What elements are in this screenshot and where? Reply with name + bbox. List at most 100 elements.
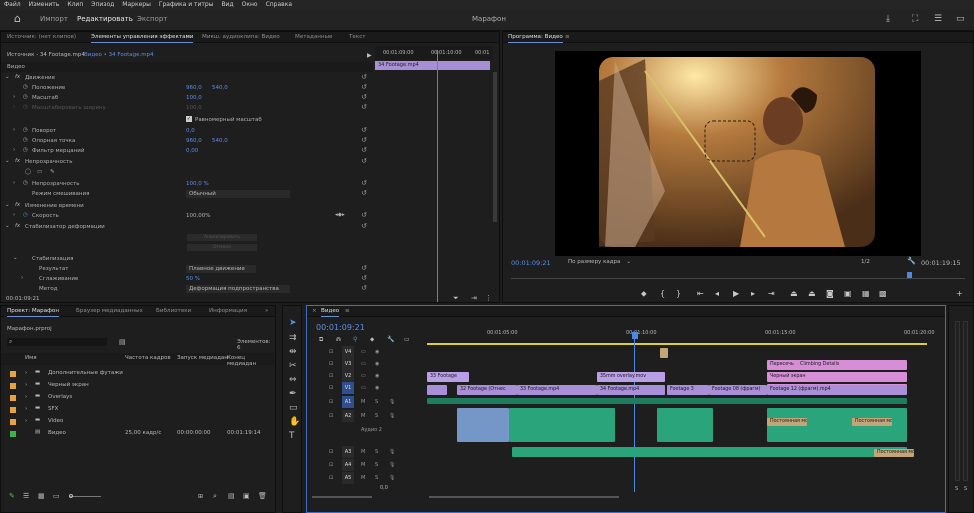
add-button-icon[interactable]: + [956,289,963,298]
find-icon[interactable]: ⌕ [213,492,217,501]
v4-clip[interactable] [660,348,668,358]
tab-menu-icon[interactable]: ≡ [345,308,350,314]
tab-metadata[interactable]: Метаданные [295,34,332,40]
menu-markers[interactable]: Маркеры [122,1,151,8]
tab-edit[interactable]: Редактировать [77,15,133,23]
go-to-in-icon[interactable]: ⇤ [697,289,704,298]
timeline-zoom-scrollbar[interactable] [429,494,929,500]
tab-menu-icon[interactable]: ≡ [186,34,191,40]
tab-effect-controls[interactable]: Элементы управления эффектами [91,34,194,43]
chevron-right-icon[interactable]: › [13,212,15,218]
work-area-bar[interactable] [427,343,927,345]
crossfade-transition[interactable]: Постоянная мощн [767,418,807,426]
stopwatch-icon[interactable]: ◷ [23,180,28,186]
result-dropdown[interactable]: Плавное движение [186,265,256,273]
menu-graphics[interactable]: Графика и титры [159,1,214,8]
project-item[interactable]: › ▬ Video [1,416,274,428]
snap-icon[interactable]: ⋒ [336,335,341,344]
icon-view-icon[interactable]: ▦ [38,492,45,501]
track-header-a1[interactable]: A1 ⊡ M S 🎙 [307,396,427,409]
tab-info[interactable]: Информация [209,308,247,314]
tab-source[interactable]: Источник: (нет клипов) [7,34,76,40]
cancel-button[interactable]: Отмена [187,244,257,251]
step-back-icon[interactable]: ◂ [715,289,719,298]
position-x-value[interactable]: 960,0 [186,85,202,91]
eye-icon[interactable]: ◉ [375,373,379,379]
anchor-y-value[interactable]: 540,0 [212,138,228,144]
a1-clip[interactable] [427,398,907,404]
label-color-swatch[interactable] [10,407,16,413]
a2-clip[interactable] [657,408,713,442]
program-playhead[interactable] [907,272,912,278]
track-target-v3[interactable]: V3 [342,358,354,370]
chevron-down-icon[interactable]: ⌄ [5,202,10,208]
v1-clip[interactable]: Footage 08 (фрагм) [709,385,767,395]
track-header-v4[interactable]: V4 ⊡ ▭ ◉ [307,346,427,358]
chevron-down-icon[interactable]: ⌄ [5,223,10,229]
tab-media-browser[interactable]: Браузер медиаданных [76,308,143,314]
reset-icon[interactable]: ↺ [361,211,367,219]
playhead-line[interactable] [437,50,438,302]
track-header-v2[interactable]: V2 ⊡ ▭ ◉ [307,370,427,382]
eye-icon[interactable]: ◉ [375,385,379,391]
reset-icon[interactable]: ↺ [361,73,367,81]
project-item[interactable]: › ▬ SFX [1,404,274,416]
stopwatch-icon[interactable]: ◷ [23,84,28,90]
stabilizer-section[interactable]: ⌄ fx Стабилизатор деформации ↺ [1,222,373,232]
sequence-clip-label[interactable]: Видео • 34 Footage.mp4 [84,52,154,62]
track-header-scrollbar[interactable] [312,494,426,500]
menu-edit[interactable]: Изменить [29,1,60,8]
v2-clip[interactable]: 35mm overlay.mov [597,372,665,382]
project-item[interactable]: › ▬ Черный экран [1,380,274,392]
sync-lock-icon[interactable]: ▭ [361,349,366,355]
automate-icon[interactable]: ⊞ [198,492,203,501]
menu-view[interactable]: Вид [221,1,233,8]
chevron-right-icon[interactable]: › [13,94,15,100]
chevron-right-icon[interactable]: › [13,180,15,186]
tab-import[interactable]: Импорт [40,15,68,23]
chevron-down-icon[interactable]: ⌄ [5,74,10,80]
ripple-edit-icon[interactable]: ⇹ [289,348,297,357]
tab-libraries[interactable]: Библиотеки [156,308,191,314]
menu-file[interactable]: Файл [4,1,21,8]
menu-help[interactable]: Справка [266,1,292,8]
mark-out-icon[interactable]: } [676,289,681,298]
reset-icon[interactable]: ↺ [361,136,367,144]
lock-icon[interactable]: ⊡ [329,462,333,468]
menu-clip[interactable]: Клип [67,1,83,8]
track-target-a2[interactable]: A2 [342,410,354,422]
reset-icon[interactable]: ↺ [361,93,367,101]
sync-lock-icon[interactable]: ▭ [361,373,366,379]
menu-icon[interactable]: ⋮ [485,294,492,302]
quick-export-icon[interactable]: ⤓ [886,15,890,24]
motion-row[interactable]: ⌄ fx Движение ↺ [1,73,373,83]
reset-icon[interactable]: ↺ [361,264,367,272]
solo-button[interactable]: S [375,413,378,419]
v2-clip[interactable]: 33 Footage [427,372,469,382]
v2-clip[interactable]: Черный экран [767,372,907,382]
tab-menu-icon[interactable]: ≡ [565,34,570,40]
chevron-down-icon[interactable]: ⌄ [13,255,18,261]
scale-value[interactable]: 100,0 [186,95,202,101]
zoom-slider[interactable] [69,496,101,497]
v1-clip[interactable]: 34 Footage.mp4 [597,385,665,395]
flicker-value[interactable]: 0,00 [186,148,198,154]
lock-icon[interactable]: ⊡ [329,399,333,405]
razor-icon[interactable]: ✂ [289,362,297,371]
a2-clip[interactable] [509,408,615,442]
mute-button[interactable]: M [361,399,365,405]
filter-icon[interactable]: ⏷ [453,294,459,302]
timeline-ruler[interactable]: 00:01:05:00 00:01:10:00 00:01:15:00 00:0… [427,326,937,346]
sync-lock-icon[interactable]: ▭ [361,385,366,391]
extract-icon[interactable]: ⏏ [808,289,816,298]
pencil-icon[interactable]: ✎ [9,492,15,500]
chevron-right-icon[interactable]: › [25,406,27,412]
trash-icon[interactable]: 🗑 [258,492,267,501]
mute-button[interactable]: M [361,462,365,468]
chevron-right-icon[interactable]: › [25,394,27,400]
mark-in-icon[interactable]: { [660,289,665,298]
solo-button[interactable]: S [375,462,378,468]
rectangle-mask-icon[interactable]: ▭ [37,169,42,175]
stopwatch-icon[interactable]: ◷ [23,212,28,218]
track-header-a2[interactable]: A2 ⊡ M S 🎙 Аудио 2 [307,410,427,445]
